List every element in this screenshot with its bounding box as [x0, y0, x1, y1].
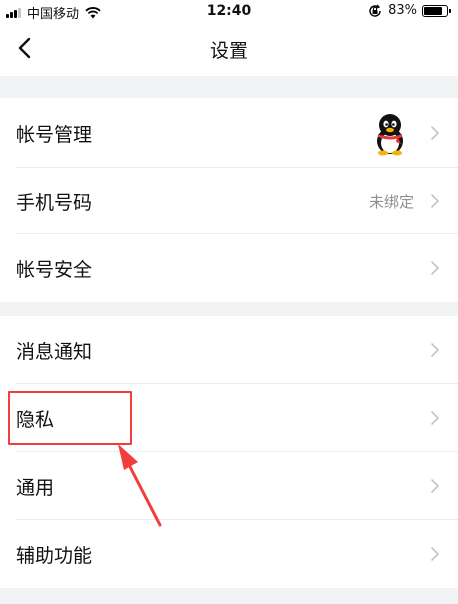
chevron-right-icon	[431, 479, 440, 493]
row-value: 未绑定	[368, 193, 414, 211]
settings-row-account-security[interactable]: 帐号安全	[0, 234, 458, 302]
battery-icon	[422, 4, 451, 17]
settings-screen: 中国移动 12:40 83% 设置 帐号管理 手机号码 未绑定 帐号安全 消息通…	[0, 0, 458, 604]
row-label: 辅助功能	[16, 545, 93, 567]
chevron-right-icon	[431, 411, 440, 425]
privacy-highlight-box	[8, 391, 132, 445]
nav-bar: 设置	[0, 22, 458, 76]
qq-penguin-avatar-icon	[377, 114, 403, 156]
section-separator	[0, 76, 458, 98]
settings-row-accessibility[interactable]: 辅助功能	[0, 520, 458, 588]
status-bar: 中国移动 12:40 83%	[0, 0, 458, 22]
row-label: 通用	[16, 477, 55, 499]
chevron-right-icon	[431, 261, 440, 275]
row-label: 消息通知	[16, 341, 93, 363]
orientation-lock-icon	[369, 4, 381, 17]
section-separator	[0, 302, 458, 316]
section-separator	[0, 588, 458, 604]
battery-percent: 83%	[388, 3, 417, 18]
settings-row-account-management[interactable]: 帐号管理	[0, 98, 458, 168]
page-title: 设置	[209, 40, 248, 62]
row-label: 帐号管理	[16, 124, 93, 146]
chevron-right-icon	[431, 126, 440, 140]
settings-row-general[interactable]: 通用	[0, 452, 458, 520]
chevron-right-icon	[431, 343, 440, 357]
settings-row-phone-number[interactable]: 手机号码 未绑定	[0, 168, 458, 234]
row-label: 帐号安全	[16, 259, 93, 281]
row-label: 手机号码	[16, 192, 93, 214]
settings-row-notifications[interactable]: 消息通知	[0, 316, 458, 384]
status-right: 83%	[368, 3, 451, 18]
chevron-right-icon	[431, 547, 440, 561]
chevron-right-icon	[431, 194, 440, 208]
